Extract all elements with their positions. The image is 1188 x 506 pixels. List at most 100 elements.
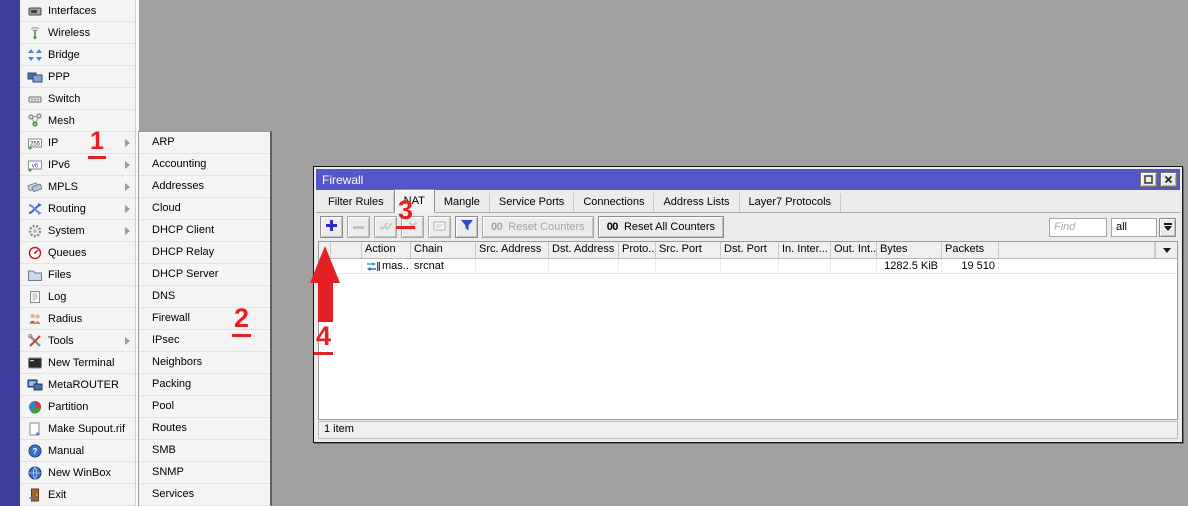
sidebar-item-label: MPLS bbox=[48, 181, 78, 193]
column-header-in-interface[interactable]: In. Inter... bbox=[779, 242, 831, 258]
sidebar-item-label: Switch bbox=[48, 93, 80, 105]
submenu-item-smb[interactable]: SMB bbox=[139, 440, 270, 462]
enable-rule-button[interactable] bbox=[374, 216, 397, 238]
sidebar-item-ip[interactable]: 255 IP bbox=[20, 132, 135, 154]
close-button[interactable] bbox=[1160, 172, 1177, 187]
sidebar-item-label: Mesh bbox=[48, 115, 75, 127]
sidebar-item-metarouter[interactable]: MetaROUTER bbox=[20, 374, 135, 396]
sidebar-item-tools[interactable]: Tools bbox=[20, 330, 135, 352]
sidebar-item-ipv6[interactable]: v6 IPv6 bbox=[20, 154, 135, 176]
sidebar-item-routing[interactable]: Routing bbox=[20, 198, 135, 220]
sidebar-item-partition[interactable]: Partition bbox=[20, 396, 135, 418]
submenu-item-routes[interactable]: Routes bbox=[139, 418, 270, 440]
mpls-icon bbox=[26, 179, 43, 195]
add-rule-button[interactable] bbox=[320, 216, 343, 238]
submenu-item-cloud[interactable]: Cloud bbox=[139, 198, 270, 220]
sidebar-item-bridge[interactable]: Bridge bbox=[20, 44, 135, 66]
column-header-src-address[interactable]: Src. Address bbox=[476, 242, 549, 258]
column-header-protocol[interactable]: Proto... bbox=[619, 242, 656, 258]
column-header-packets[interactable]: Packets bbox=[942, 242, 999, 258]
sidebar-item-label: MetaROUTER bbox=[48, 379, 119, 391]
submenu-item-dhcp-server[interactable]: DHCP Server bbox=[139, 264, 270, 286]
sidebar-item-queues[interactable]: Queues bbox=[20, 242, 135, 264]
filter-button[interactable] bbox=[455, 216, 478, 238]
comment-icon bbox=[433, 221, 446, 234]
reset-counters-button[interactable]: 00 Reset Counters bbox=[482, 216, 594, 238]
plus-icon bbox=[325, 219, 338, 235]
column-header-action[interactable]: Action bbox=[362, 242, 411, 258]
table-row[interactable]: mas... srcnat 1282.5 KiB 19 510 bbox=[319, 259, 1177, 274]
filter-scope-value[interactable]: all bbox=[1111, 218, 1157, 237]
reset-counters-label: Reset Counters bbox=[508, 221, 584, 233]
column-header-src-port[interactable]: Src. Port bbox=[656, 242, 721, 258]
filter-scope-dropdown-button[interactable] bbox=[1159, 218, 1176, 237]
submenu-item-pool[interactable]: Pool bbox=[139, 396, 270, 418]
tab-mangle[interactable]: Mangle bbox=[435, 193, 490, 212]
submenu-item-services[interactable]: Services bbox=[139, 484, 270, 506]
submenu-item-packing[interactable]: Packing bbox=[139, 374, 270, 396]
annotation-step-2: 2 bbox=[232, 305, 251, 337]
submenu-item-neighbors[interactable]: Neighbors bbox=[139, 352, 270, 374]
row-protocol-cell bbox=[619, 259, 656, 273]
sidebar-item-switch[interactable]: Switch bbox=[20, 88, 135, 110]
sidebar-item-radius[interactable]: Radius bbox=[20, 308, 135, 330]
tab-filter-rules[interactable]: Filter Rules bbox=[319, 193, 394, 212]
switch-icon bbox=[26, 91, 43, 107]
sidebar-item-wireless[interactable]: Wireless bbox=[20, 22, 135, 44]
row-in-interface-cell bbox=[779, 259, 831, 273]
ip-icon: 255 bbox=[26, 135, 43, 151]
ipv6-icon: v6 bbox=[26, 157, 43, 173]
files-icon bbox=[26, 267, 43, 283]
firewall-window: Firewall Filter Rules NAT Mangle Service… bbox=[313, 166, 1183, 443]
minus-icon bbox=[352, 221, 365, 233]
window-titlebar[interactable]: Firewall bbox=[316, 169, 1180, 190]
column-header-out-interface[interactable]: Out. Int... bbox=[831, 242, 877, 258]
sidebar-item-label: Queues bbox=[48, 247, 87, 259]
sidebar-item-manual[interactable]: ? Manual bbox=[20, 440, 135, 462]
column-header-dst-address[interactable]: Dst. Address bbox=[549, 242, 619, 258]
sidebar-item-system[interactable]: System bbox=[20, 220, 135, 242]
maximize-button[interactable] bbox=[1140, 172, 1157, 187]
sidebar-item-ppp[interactable]: PPP bbox=[20, 66, 135, 88]
submenu-item-addresses[interactable]: Addresses bbox=[139, 176, 270, 198]
terminal-icon bbox=[26, 355, 43, 371]
column-header-bytes[interactable]: Bytes bbox=[877, 242, 942, 258]
column-header-chain[interactable]: Chain bbox=[411, 242, 476, 258]
submenu-item-dhcp-relay[interactable]: DHCP Relay bbox=[139, 242, 270, 264]
submenu-item-arp[interactable]: ARP bbox=[139, 132, 270, 154]
find-input[interactable] bbox=[1049, 218, 1107, 237]
submenu-item-accounting[interactable]: Accounting bbox=[139, 154, 270, 176]
sidebar-item-new-terminal[interactable]: New Terminal bbox=[20, 352, 135, 374]
sidebar-item-log[interactable]: Log bbox=[20, 286, 135, 308]
column-select-dropdown-button[interactable] bbox=[1155, 242, 1177, 258]
bridge-icon bbox=[26, 47, 43, 63]
tab-address-lists[interactable]: Address Lists bbox=[654, 193, 739, 212]
tab-connections[interactable]: Connections bbox=[574, 193, 654, 212]
row-dst-address-cell bbox=[549, 259, 619, 273]
tab-service-ports[interactable]: Service Ports bbox=[490, 193, 574, 212]
sidebar-item-label: Radius bbox=[48, 313, 82, 325]
remove-rule-button[interactable] bbox=[347, 216, 370, 238]
row-action-cell: mas... bbox=[362, 259, 411, 273]
sidebar-item-files[interactable]: Files bbox=[20, 264, 135, 286]
comment-button[interactable] bbox=[428, 216, 451, 238]
sidebar-item-exit[interactable]: Exit bbox=[20, 484, 135, 506]
sidebar-item-make-supout-rif[interactable]: Make Supout.rif bbox=[20, 418, 135, 440]
sidebar-item-interfaces[interactable]: Interfaces bbox=[20, 0, 135, 22]
svg-text:v6: v6 bbox=[31, 163, 38, 169]
column-header-dst-port[interactable]: Dst. Port bbox=[721, 242, 779, 258]
sidebar-item-mesh[interactable]: Mesh bbox=[20, 110, 135, 132]
system-icon bbox=[26, 223, 43, 239]
submenu-item-dhcp-client[interactable]: DHCP Client bbox=[139, 220, 270, 242]
row-src-address-cell bbox=[476, 259, 549, 273]
submenu-item-snmp[interactable]: SNMP bbox=[139, 462, 270, 484]
status-bar: 1 item bbox=[318, 421, 1178, 439]
sidebar-item-label: Routing bbox=[48, 203, 86, 215]
row-out-interface-cell bbox=[831, 259, 877, 273]
sidebar-item-new-winbox[interactable]: New WinBox bbox=[20, 462, 135, 484]
sidebar-item-mpls[interactable]: MPLS bbox=[20, 176, 135, 198]
sidebar-item-label: IP bbox=[48, 137, 58, 149]
masquerade-icon bbox=[365, 261, 380, 272]
tab-layer7-protocols[interactable]: Layer7 Protocols bbox=[740, 193, 842, 212]
reset-all-counters-button[interactable]: 00 Reset All Counters bbox=[598, 216, 724, 238]
